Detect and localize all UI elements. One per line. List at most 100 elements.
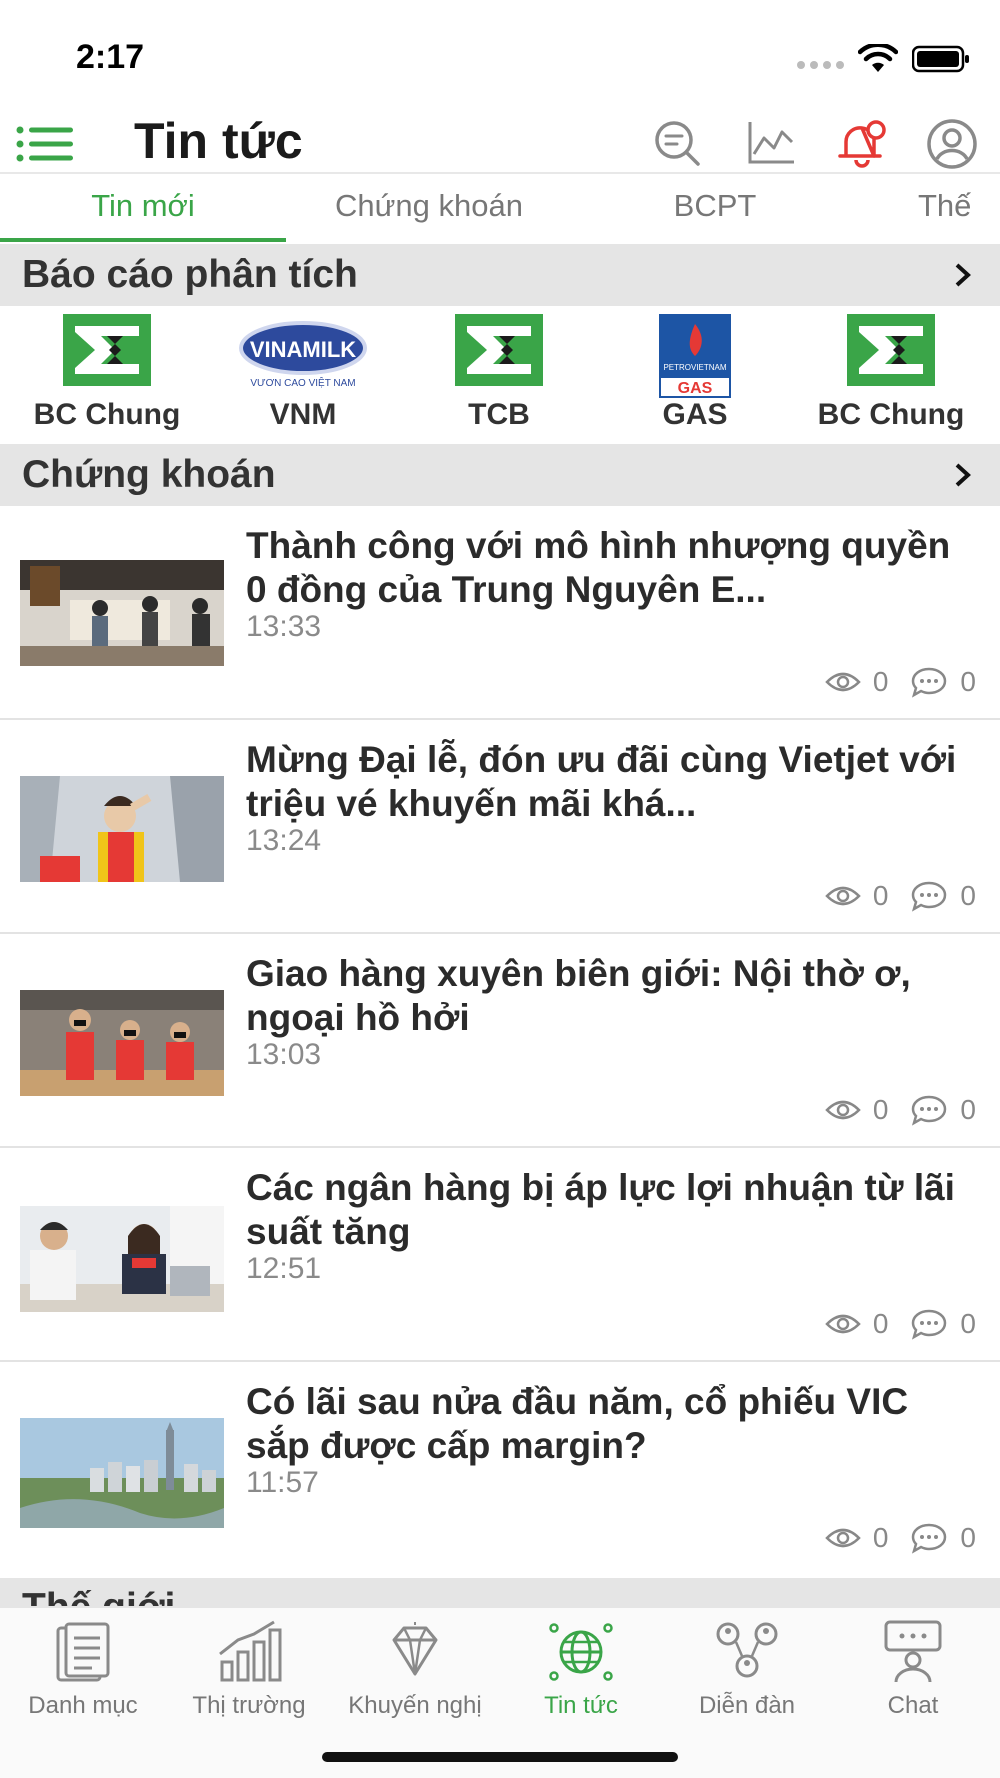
report-label: BC Chung [817, 398, 965, 431]
nav-thi-truong[interactable]: Thị trường [166, 1608, 332, 1728]
view-count: 0 [872, 1308, 889, 1339]
news-title: Các ngân hàng bị áp lực lợi nhuận từ lãi… [246, 1167, 955, 1252]
signal-icon [797, 61, 844, 69]
news-item[interactable]: Các ngân hàng bị áp lực lợi nhuận từ lãi… [0, 1148, 1000, 1362]
sigma-logo-icon [63, 314, 151, 386]
news-item[interactable]: Thành công với mô hình nhượng quyền 0 đồ… [0, 506, 1000, 720]
news-item[interactable]: Giao hàng xuyên biên giới: Nội thờ ơ, ng… [0, 934, 1000, 1148]
tab-bcpt[interactable]: BCPT [572, 174, 858, 242]
world-section-header[interactable]: Thế giới [0, 1578, 1000, 1606]
page-title: Tin tức [134, 113, 303, 169]
report-tcb[interactable]: TCB [404, 314, 594, 434]
nav-label: Khuyến nghị [348, 1692, 482, 1719]
nav-khuyen-nghi[interactable]: Khuyến nghị [332, 1608, 498, 1728]
menu-list-icon[interactable] [16, 124, 74, 164]
report-label: GAS [662, 398, 728, 431]
nav-tin-tuc[interactable]: Tin tức [498, 1608, 664, 1728]
comment-count: 0 [960, 1308, 976, 1339]
news-time: 12:51 [246, 1252, 322, 1285]
home-indicator[interactable] [322, 1752, 678, 1762]
section-title: Thế giới [22, 1588, 175, 1607]
report-gas[interactable]: PETROVIETNAM GAS GAS [600, 314, 790, 434]
user-profile-icon[interactable] [924, 118, 980, 170]
status-bar: 2:17 [0, 0, 1000, 110]
news-stats: 0 0 [825, 878, 976, 914]
status-time: 2:17 [76, 38, 145, 76]
report-bc-chung[interactable]: BC Chung [12, 314, 202, 434]
comment-icon[interactable] [910, 1522, 948, 1554]
active-tab-indicator [0, 238, 286, 242]
report-label: VNM [269, 398, 337, 431]
nav-label: Chat [887, 1692, 939, 1719]
nav-label: Thị trường [192, 1692, 306, 1719]
news-item[interactable]: Có lãi sau nửa đầu năm, cổ phiếu VIC sắp… [0, 1362, 1000, 1576]
view-count: 0 [872, 666, 889, 697]
vinamilk-logo-icon: VINAMILK VƯƠN CAO VIỆT NAM [239, 321, 367, 389]
search-icon[interactable] [650, 118, 706, 170]
eye-icon [825, 886, 861, 906]
news-title: Giao hàng xuyên biên giới: Nội thờ ơ, ng… [246, 953, 911, 1038]
comment-icon[interactable] [910, 666, 948, 698]
news-stats: 0 0 [825, 664, 976, 700]
eye-icon [825, 1100, 861, 1120]
nav-label: Danh mục [28, 1692, 138, 1719]
sigma-logo-icon [847, 314, 935, 386]
news-time: 13:33 [246, 610, 322, 643]
wifi-icon [858, 44, 898, 72]
nav-chat[interactable]: Chat [830, 1608, 996, 1728]
news-stats: 0 0 [825, 1306, 976, 1342]
comment-icon[interactable] [910, 1308, 948, 1340]
chat-icon [884, 1620, 942, 1683]
nav-label: Diễn đàn [698, 1692, 796, 1719]
report-label: TCB [468, 398, 530, 431]
svg-text:GAS: GAS [678, 380, 713, 397]
view-count: 0 [872, 1094, 889, 1125]
svg-text:PETROVIETNAM: PETROVIETNAM [663, 363, 726, 372]
comment-count: 0 [960, 880, 976, 911]
news-title: Mừng Đại lễ, đón ưu đãi cùng Vietjet với… [246, 739, 957, 824]
comment-icon[interactable] [910, 1094, 948, 1126]
chevron-right-icon [955, 463, 971, 487]
tab-tin-moi[interactable]: Tin mới [0, 174, 286, 242]
eye-icon [825, 1528, 861, 1548]
battery-icon [912, 45, 969, 73]
view-count: 0 [872, 880, 889, 911]
news-thumbnail [20, 776, 224, 882]
news-thumbnail [20, 990, 224, 1096]
comment-count: 0 [960, 1094, 976, 1125]
section-title: Báo cáo phân tích [22, 253, 358, 296]
news-time: 11:57 [246, 1466, 319, 1499]
report-vnm[interactable]: VINAMILK VƯƠN CAO VIỆT NAM VNM [208, 314, 398, 434]
tab-chung-khoan[interactable]: Chứng khoán [286, 174, 572, 242]
petrovietnam-gas-logo-icon: PETROVIETNAM GAS [659, 314, 731, 398]
diamond-icon [392, 1622, 438, 1676]
nav-danh-muc[interactable]: Danh mục [0, 1608, 166, 1728]
eye-icon [825, 672, 861, 692]
nav-label: Tin tức [544, 1692, 618, 1719]
news-title: Thành công với mô hình nhượng quyền 0 đồ… [246, 525, 951, 610]
news-thumbnail [20, 1206, 224, 1312]
svg-text:VINAMILK: VINAMILK [250, 337, 356, 362]
chart-line-icon[interactable] [744, 118, 800, 170]
news-time: 13:24 [246, 824, 322, 857]
tab-the-gioi[interactable]: Thế [918, 174, 1000, 242]
news-stats: 0 0 [825, 1092, 976, 1128]
news-item[interactable]: Mừng Đại lễ, đón ưu đãi cùng Vietjet với… [0, 720, 1000, 934]
nav-dien-dan[interactable]: Diễn đàn [664, 1608, 830, 1728]
comment-icon[interactable] [910, 880, 948, 912]
reports-section-header[interactable]: Báo cáo phân tích [0, 244, 1000, 306]
report-bc-chung-2[interactable]: BC Chung [796, 314, 986, 434]
news-thumbnail [20, 1418, 224, 1528]
app-header: Tin tức [0, 110, 1000, 172]
view-count: 0 [872, 1522, 889, 1553]
notification-bell-icon[interactable] [834, 118, 890, 170]
news-title: Có lãi sau nửa đầu năm, cổ phiếu VIC sắp… [246, 1381, 909, 1466]
category-tabs: Tin mới Chứng khoán BCPT Thế [0, 174, 1000, 242]
eye-icon [825, 1314, 861, 1334]
svg-text:VƯƠN CAO VIỆT NAM: VƯƠN CAO VIỆT NAM [250, 376, 355, 389]
section-title: Chứng khoán [22, 453, 276, 496]
stocks-section-header[interactable]: Chứng khoán [0, 444, 1000, 506]
news-time: 13:03 [246, 1038, 322, 1071]
bar-chart-icon [219, 1620, 282, 1682]
news-stats: 0 0 [825, 1520, 976, 1556]
